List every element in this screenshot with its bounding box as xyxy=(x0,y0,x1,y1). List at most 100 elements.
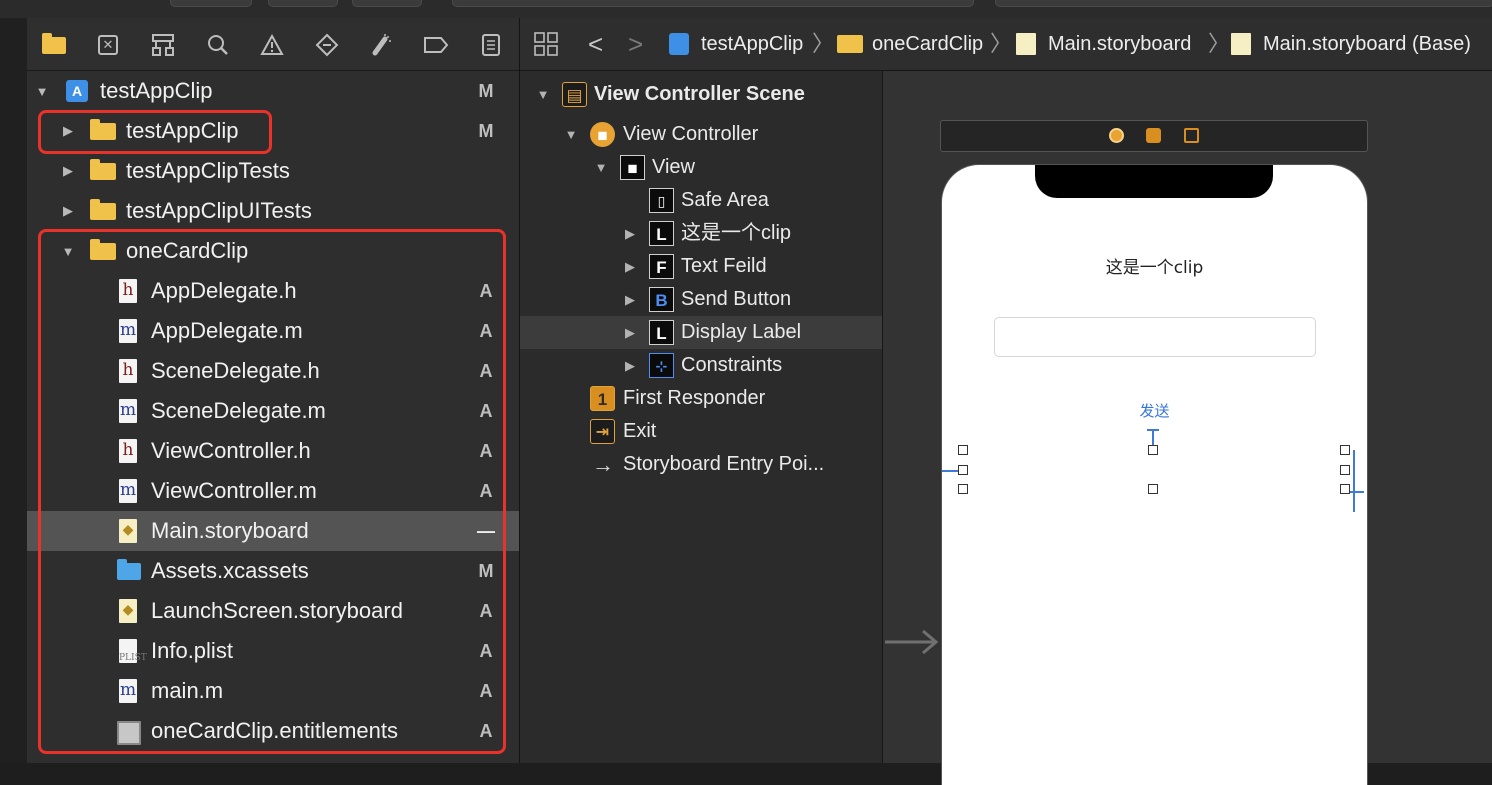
disclosure-triangle[interactable]: ▼ xyxy=(594,151,608,184)
breakpoint-icon[interactable] xyxy=(423,32,449,58)
toolbar-button[interactable] xyxy=(352,0,422,7)
resize-handle[interactable] xyxy=(1340,445,1350,455)
disclosure-triangle[interactable]: ▶ xyxy=(61,151,75,191)
outline-row-view-controller[interactable]: ▼ ■ View Controller xyxy=(520,118,882,151)
find-icon[interactable] xyxy=(205,32,231,58)
outline-row-entry-point[interactable]: → Storyboard Entry Poi... xyxy=(520,448,882,481)
tree-row-file[interactable]: oneCardClip.entitlements A xyxy=(27,711,519,751)
forward-button[interactable]: > xyxy=(628,18,643,70)
tree-row-folder[interactable]: ▶ testAppClip M xyxy=(27,111,519,151)
tree-row-file[interactable]: m AppDelegate.m A xyxy=(27,311,519,351)
device-screen[interactable]: 这是一个clip 发送 xyxy=(941,164,1368,785)
disclosure-triangle[interactable]: ▶ xyxy=(623,316,637,349)
disclosure-triangle[interactable]: ▼ xyxy=(61,231,75,271)
tree-row-label: testAppClipTests xyxy=(126,158,290,183)
outline-row-text-field[interactable]: ▶ F Text Feild xyxy=(520,250,882,283)
view-controller-icon[interactable] xyxy=(1109,128,1124,143)
tree-row-label: testAppClip xyxy=(126,118,239,143)
tree-row-folder[interactable]: ▶ testAppClipUITests xyxy=(27,191,519,231)
hierarchy-icon[interactable] xyxy=(150,32,176,58)
toolbar-button[interactable] xyxy=(170,0,252,7)
constraint-line xyxy=(1353,450,1355,512)
resize-handle[interactable] xyxy=(958,465,968,475)
tree-row-file-selected[interactable]: ◆ Main.storyboard — xyxy=(27,511,519,551)
breadcrumb-project[interactable]: testAppClip xyxy=(701,18,803,70)
exit-icon[interactable] xyxy=(1184,128,1199,143)
folder-icon[interactable] xyxy=(41,32,67,58)
objc-file-icon: m xyxy=(119,319,137,343)
disclosure-triangle[interactable]: ▶ xyxy=(623,217,637,250)
report-icon[interactable] xyxy=(478,32,504,58)
back-button[interactable]: < xyxy=(588,18,603,70)
breadcrumb-separator: 〉 xyxy=(1208,31,1231,56)
objc-file-icon: m xyxy=(119,399,137,423)
canvas-label[interactable]: 这是一个clip xyxy=(942,253,1367,278)
outline-row-first-responder[interactable]: 1 First Responder xyxy=(520,382,882,415)
debug-icon[interactable] xyxy=(368,32,394,58)
disclosure-triangle[interactable]: ▶ xyxy=(61,111,75,151)
disclosure-triangle[interactable]: ▶ xyxy=(623,283,637,316)
outline-row-safe-area[interactable]: ▯ Safe Area xyxy=(520,184,882,217)
canvas-text-field[interactable] xyxy=(994,317,1316,357)
tree-row-file[interactable]: m ViewController.m A xyxy=(27,471,519,511)
tree-row-file[interactable]: h AppDelegate.h A xyxy=(27,271,519,311)
tree-row-label: oneCardClip xyxy=(126,238,249,263)
project-navigator: ✕ ▼ testAppClip M ▶ testAppCli xyxy=(27,18,520,763)
scm-status: M xyxy=(478,81,494,101)
resize-handle[interactable] xyxy=(1148,445,1158,455)
entry-point-arrow[interactable] xyxy=(885,627,939,657)
tree-row-label: SceneDelegate.m xyxy=(151,398,326,423)
tree-row-file[interactable]: Assets.xcassets M xyxy=(27,551,519,591)
disclosure-triangle[interactable]: ▼ xyxy=(35,71,49,111)
grid-icon[interactable] xyxy=(534,32,558,56)
disclosure-triangle[interactable]: ▶ xyxy=(623,349,637,382)
tree-row-file[interactable]: PLIST Info.plist A xyxy=(27,631,519,671)
outline-row-button[interactable]: ▶ B Send Button xyxy=(520,283,882,316)
test-icon[interactable] xyxy=(314,32,340,58)
scm-status: A xyxy=(479,281,493,301)
outline-row-label: 这是一个clip xyxy=(681,222,792,244)
disclosure-triangle[interactable]: ▼ xyxy=(564,118,578,151)
first-responder-icon[interactable] xyxy=(1146,128,1161,143)
outline-row-label-view[interactable]: ▶ L 这是一个clip xyxy=(520,217,882,250)
breadcrumb-localization[interactable]: Main.storyboard (Base) xyxy=(1263,18,1471,70)
tree-row-folder[interactable]: ▶ testAppClipTests xyxy=(27,151,519,191)
tree-row-file[interactable]: m main.m A xyxy=(27,671,519,711)
resize-handle[interactable] xyxy=(1340,484,1350,494)
outline-row-display-label[interactable]: ▶ L Display Label xyxy=(520,316,882,349)
resize-handle[interactable] xyxy=(1148,484,1158,494)
resize-handle[interactable] xyxy=(958,484,968,494)
entitlements-file-icon xyxy=(117,721,141,745)
disclosure-triangle[interactable]: ▶ xyxy=(623,250,637,283)
toolbar-button[interactable] xyxy=(268,0,338,7)
tree-row-file[interactable]: ◆ LaunchScreen.storyboard A xyxy=(27,591,519,631)
outline-row-constraints[interactable]: ▶ ⊹ Constraints xyxy=(520,349,882,382)
source-control-icon[interactable]: ✕ xyxy=(95,32,121,58)
outline-row-exit[interactable]: ⇥ Exit xyxy=(520,415,882,448)
tree-row-folder[interactable]: ▼ oneCardClip xyxy=(27,231,519,271)
scm-status: A xyxy=(479,401,493,421)
tree-row-project[interactable]: ▼ testAppClip M xyxy=(27,71,519,111)
resize-handle[interactable] xyxy=(958,445,968,455)
breadcrumb-folder[interactable]: oneCardClip xyxy=(872,18,983,70)
disclosure-triangle[interactable]: ▼ xyxy=(536,78,550,111)
resize-handle[interactable] xyxy=(1340,465,1350,475)
folder-icon xyxy=(837,35,863,53)
tree-row-label: SceneDelegate.h xyxy=(151,358,320,383)
tree-row-file[interactable]: m SceneDelegate.m A xyxy=(27,391,519,431)
outline-row-label: Text Feild xyxy=(681,255,767,277)
tree-row-file[interactable]: h ViewController.h A xyxy=(27,431,519,471)
window-edge xyxy=(0,18,27,763)
storyboard-canvas[interactable]: 这是一个clip 发送 xyxy=(883,71,1492,785)
tree-row-file[interactable]: h SceneDelegate.h A xyxy=(27,351,519,391)
canvas-send-button[interactable]: 发送 xyxy=(942,400,1367,421)
outline-row-view[interactable]: ▼ ■ View xyxy=(520,151,882,184)
scm-status: M xyxy=(478,561,494,581)
header-file-icon: h xyxy=(119,359,137,383)
disclosure-triangle[interactable]: ▶ xyxy=(61,191,75,231)
tree-row-label: testAppClipUITests xyxy=(126,198,312,223)
issue-icon[interactable] xyxy=(259,32,285,58)
breadcrumb-file[interactable]: Main.storyboard xyxy=(1048,18,1191,70)
outline-row-scene[interactable]: ▼ ▤ View Controller Scene xyxy=(520,78,882,111)
outline-row-label: Constraints xyxy=(681,354,783,376)
